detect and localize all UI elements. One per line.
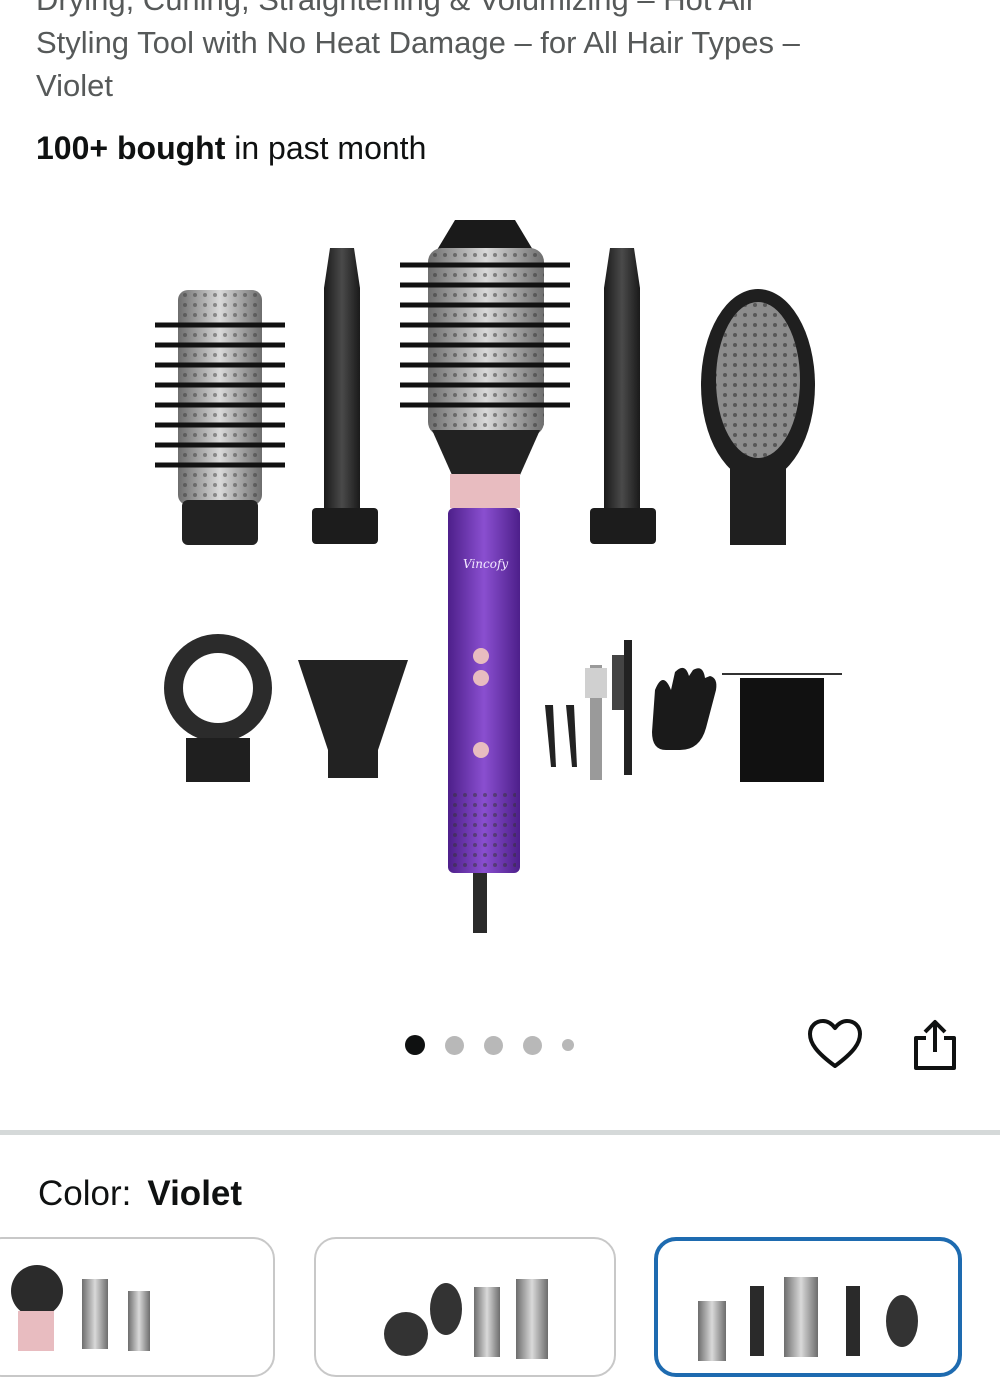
carousel-dot-1[interactable] (405, 1035, 425, 1055)
carousel-dot-5[interactable] (562, 1039, 574, 1051)
product-title-line-3: Violet (36, 68, 113, 103)
bought-suffix: in past month (225, 130, 427, 166)
curling-barrel-left (312, 248, 378, 544)
brand-logo: Vincofy (463, 557, 508, 571)
round-brush-small (155, 290, 285, 545)
accessories (545, 640, 842, 782)
carousel-dot-3[interactable] (484, 1035, 503, 1055)
swatch-thumbnail-3 (698, 1277, 918, 1361)
bought-count: 100+ bought (36, 130, 226, 166)
share-icon[interactable] (908, 1016, 962, 1074)
curling-barrel-right (590, 248, 656, 544)
carousel-dot-2[interactable] (445, 1035, 464, 1055)
product-image[interactable]: Vincofy (0, 190, 1000, 990)
color-swatch-3-selected[interactable] (654, 1237, 962, 1377)
concentrator-nozzle (298, 660, 408, 778)
color-swatch-2[interactable] (314, 1237, 616, 1377)
image-carousel-dots[interactable] (405, 1030, 594, 1060)
product-title: Drying, Curling, Straightening & Volumiz… (36, 0, 956, 107)
color-value: Violet (147, 1174, 243, 1213)
swatch-thumbnail-1 (11, 1265, 150, 1351)
product-title-line-2: Styling Tool with No Heat Damage – for A… (36, 25, 800, 60)
swatch-thumbnail-2 (384, 1279, 548, 1359)
paddle-brush (701, 289, 815, 545)
bought-in-past-month: 100+ bought in past month (36, 128, 426, 168)
diffuser-attachment (164, 634, 272, 782)
color-selector-label: Color: Violet (38, 1172, 242, 1216)
heart-icon[interactable] (806, 1016, 864, 1074)
color-label: Color: (38, 1174, 132, 1213)
carousel-dot-4[interactable] (523, 1035, 542, 1055)
product-title-line-1: Drying, Curling, Straightening & Volumiz… (36, 0, 956, 21)
main-styler: Vincofy (400, 220, 570, 933)
color-swatch-1[interactable] (0, 1237, 275, 1377)
section-divider (0, 1130, 1000, 1135)
